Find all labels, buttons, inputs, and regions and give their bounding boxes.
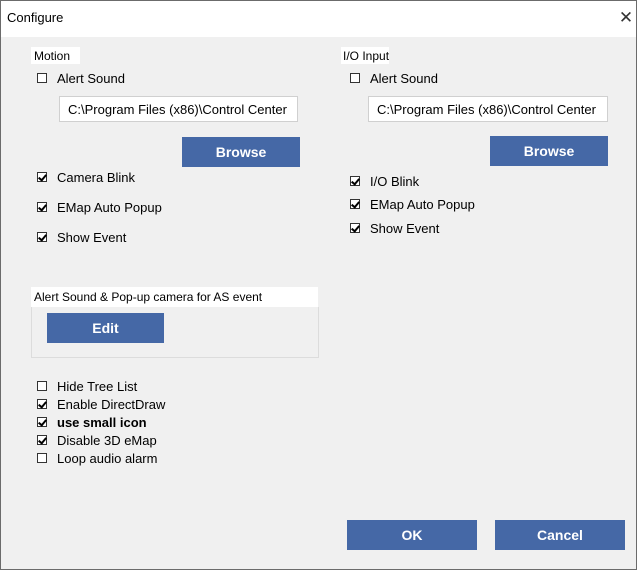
motion-show-event-checkbox[interactable] [37,232,47,242]
io-alert-sound-label: Alert Sound [370,71,438,86]
option-label: Enable DirectDraw [57,397,166,412]
option-checkbox[interactable] [37,435,47,445]
option-label: use small icon [57,415,147,430]
io-sound-path-field[interactable]: C:\Program Files (x86)\Control Center [368,96,608,122]
motion-alert-sound-checkbox[interactable] [37,73,47,83]
close-icon[interactable]: ✕ [616,7,636,29]
io-emap-auto-popup-label: EMap Auto Popup [370,197,475,212]
option-checkbox[interactable] [37,399,47,409]
io-show-event-label: Show Event [370,221,440,236]
option-label: Hide Tree List [57,379,138,394]
io-blink-label: I/O Blink [370,174,420,189]
motion-emap-auto-popup-checkbox[interactable] [37,202,47,212]
edit-button[interactable]: Edit [47,313,164,343]
motion-show-event-label: Show Event [57,230,127,245]
motion-alert-sound-label: Alert Sound [57,71,125,86]
io-input-header: I/O Input [343,49,390,63]
motion-header: Motion [34,49,71,63]
camera-blink-label: Camera Blink [57,170,136,185]
option-checkbox[interactable] [37,453,47,463]
option-label: Disable 3D eMap [57,433,157,448]
camera-blink-checkbox[interactable] [37,172,47,182]
dialog-title: Configure [7,10,64,25]
io-blink-checkbox[interactable] [350,176,360,186]
option-label: Loop audio alarm [57,451,158,466]
motion-emap-auto-popup-label: EMap Auto Popup [57,200,162,215]
motion-browse-button[interactable]: Browse [182,137,300,167]
motion-sound-path-field[interactable]: C:\Program Files (x86)\Control Center [59,96,298,122]
title-bar: Configure ✕ [1,1,636,37]
ok-button[interactable]: OK [347,520,477,550]
as-event-header: Alert Sound & Pop-up camera for AS event [34,290,263,304]
io-emap-auto-popup-checkbox[interactable] [350,199,360,209]
io-show-event-checkbox[interactable] [350,223,360,233]
cancel-button[interactable]: Cancel [495,520,625,550]
option-checkbox[interactable] [37,381,47,391]
configure-dialog: Configure ✕ Motion Alert Sound C:\Progra… [0,0,637,570]
io-alert-sound-checkbox[interactable] [350,73,360,83]
option-checkbox[interactable] [37,417,47,427]
io-browse-button[interactable]: Browse [490,136,608,166]
